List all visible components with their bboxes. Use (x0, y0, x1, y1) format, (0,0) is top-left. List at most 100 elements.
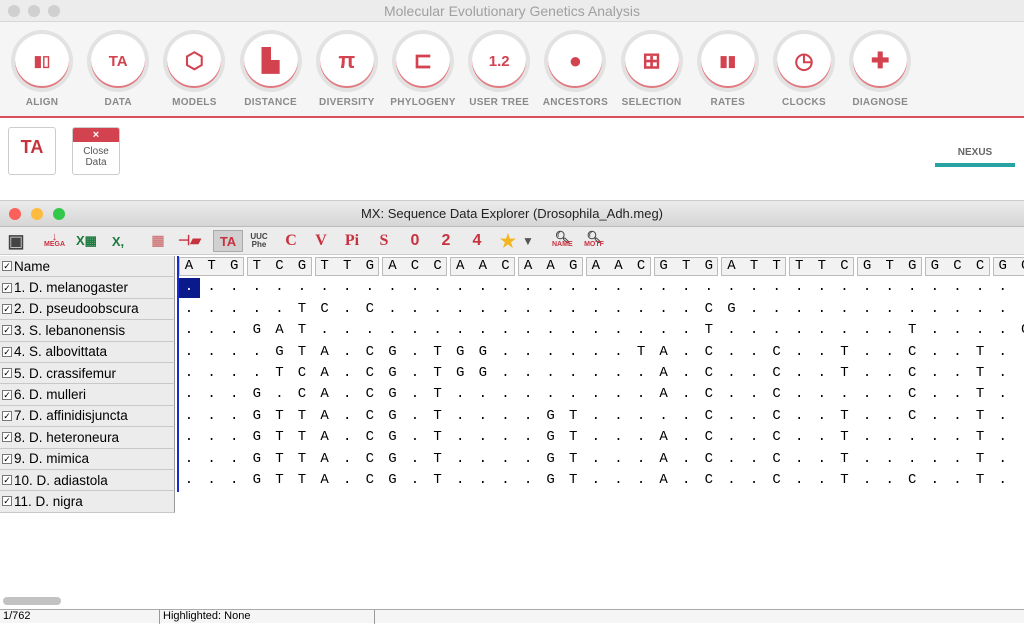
data-label: Data (85, 157, 107, 168)
app-title: Molecular Evolutionary Genetics Analysis (383, 3, 640, 19)
taxon-name: 9. D. mimica (14, 451, 90, 467)
toolbar-label: DIAGNOSE (852, 97, 909, 108)
sequence-alignment[interactable]: ATGTCGTTGACCAACAAGAACGTGATTTTCGTGGCCGG .… (177, 256, 1024, 492)
tab-nexus[interactable]: NEXUS (935, 147, 1015, 167)
nexus-label: NEXUS (957, 147, 993, 158)
data-explorer-button[interactable]: TA (8, 127, 56, 175)
taxon-row[interactable]: ✓ 8. D. heteroneura (0, 427, 175, 449)
taxon-name: 7. D. affinidisjuncta (14, 408, 128, 424)
toolbar-selection-button[interactable]: ⊞ SELECTION (614, 34, 690, 108)
toolbar-label: USER TREE (469, 97, 530, 108)
toolbar-label: DIVERSITY (319, 97, 375, 108)
excel-export-icon[interactable]: X▦ (76, 230, 97, 252)
align-icon: ▮▯ (15, 34, 69, 88)
taxon-checkbox[interactable]: ✓ (2, 303, 12, 314)
select-all-checkbox[interactable]: ✓ (2, 261, 12, 272)
sequence-data-explorer-window: MX: Sequence Data Explorer (Drosophila_A… (0, 200, 1024, 624)
consensus-sequence: ATGTCGTTGACCAACAAGAACGTGATTTTCGTGGCCGG (184, 258, 1024, 274)
sequence-row[interactable]: ...G.CA.CG.T.........A.C..C.....C..T.. (185, 384, 1024, 405)
highlight-icon[interactable]: ⊣▰ (178, 230, 201, 252)
toolbar-label: PHYLOGENY (390, 97, 456, 108)
toolbar-label: ALIGN (25, 97, 59, 108)
taxon-checkbox[interactable]: ✓ (2, 453, 12, 464)
toolbar-user-tree-button[interactable]: 1.2 USER TREE (461, 34, 537, 108)
conserved-button[interactable]: C (281, 230, 301, 252)
sequence-row[interactable]: ....TCA.CG.TGG.......A.C..C..T..C..T.. (185, 363, 1024, 384)
translate-button[interactable]: UUC Phe (249, 230, 269, 252)
toggle-ta-button[interactable]: TA (213, 230, 243, 252)
chevron-down-icon[interactable]: ▼ (518, 230, 538, 252)
sequence-row[interactable]: ...................................... (185, 277, 1024, 298)
toolbar-diagnose-button[interactable]: ✚ DIAGNOSE (842, 34, 918, 108)
explorer-toolbar: ▣ ↓ MEGA X▦ X, ▦ ⊣▰ TA UUC Phe C V Pi S 0 … (0, 227, 1024, 255)
parsimony-button[interactable]: Pi (342, 230, 362, 252)
taxon-row[interactable]: ✓ 3. S. lebanonensis (0, 320, 175, 342)
models-icon: ⬡ (167, 34, 222, 88)
sequence-row[interactable]: ...GAT.................T........T....C (185, 320, 1024, 341)
taxon-checkbox[interactable]: ✓ (2, 368, 12, 379)
data-icon: TA (91, 34, 146, 88)
taxon-checkbox[interactable]: ✓ (2, 389, 12, 400)
taxon-checkbox[interactable]: ✓ (2, 282, 12, 293)
taxon-checkbox[interactable]: ✓ (2, 325, 12, 336)
taxa-name-column: ✓ Name ✓ 1. D. melanogaster ✓ 2. D. pseudoob… (0, 256, 175, 513)
taxon-row[interactable]: ✓ 7. D. affinidisjuncta (0, 405, 175, 428)
taxon-row[interactable]: ✓ 2. D. pseudoobscura (0, 298, 175, 321)
toolbar-phylogeny-button[interactable]: ⊏ PHYLOGENY (385, 34, 461, 108)
taxon-checkbox[interactable]: ✓ (2, 496, 12, 507)
selection-icon: ⊞ (624, 34, 679, 88)
taxon-row[interactable]: ✓ 1. D. melanogaster (0, 277, 175, 299)
close-data-button[interactable]: × Close Data (72, 127, 120, 175)
toolbar-distance-button[interactable]: ▙ DISTANCE (233, 34, 309, 108)
toolbar-label: SELECTION (621, 97, 682, 108)
sequence-row[interactable]: ....GTA.CG.TGG......TA.C..C..T..C..T.. (185, 342, 1024, 363)
toolbar-label: MODELS (172, 97, 217, 108)
toolbar-align-button[interactable]: ▮▯ ALIGN (4, 34, 80, 108)
find-motif-button[interactable]: 🔍︎ MOTF (584, 230, 604, 252)
singleton-button[interactable]: S (374, 230, 394, 252)
toolbar-ancestors-button[interactable]: ● ANCESTORS (537, 34, 613, 108)
taxon-name: 4. S. albovittata (14, 344, 108, 360)
taxon-name: 10. D. adiastola (14, 472, 108, 488)
toolbar-clocks-button[interactable]: ◷ CLOCKS (766, 34, 842, 108)
taxon-row[interactable]: ✓ 9. D. mimica (0, 448, 175, 470)
sequence-row[interactable]: ...GTTA.CG.T....GT...A.C..C..T..C..T.. (185, 491, 1024, 492)
taxon-row[interactable]: ✓ 6. D. mulleri (0, 384, 175, 406)
taxon-checkbox[interactable]: ✓ (2, 432, 12, 443)
taxon-row[interactable]: ✓ 10. D. adiastola (0, 469, 175, 492)
sequence-row[interactable]: ...GTTA.CG.T....GT.....C..C..T..C..T.. (185, 406, 1024, 427)
user-tree-icon: 1.2 (472, 34, 527, 88)
explorer-title: MX: Sequence Data Explorer (Drosophila_A… (360, 206, 664, 221)
toolbar-data-button[interactable]: TA DATA (80, 34, 156, 108)
four-fold-button[interactable]: 4 (467, 230, 487, 252)
csv-export-icon[interactable]: X, (108, 230, 128, 252)
toolbar-diversity-button[interactable]: π DIVERSITY (309, 34, 385, 108)
export-mega-button[interactable]: ↓ MEGA (44, 230, 65, 252)
star-icon[interactable]: ★ (498, 230, 518, 252)
mega-label: MEGA (44, 241, 65, 248)
close-label: Close (83, 146, 109, 157)
sequence-row[interactable]: ...GTTA.CG.T....GT...A.C..C..T..C..T.. (185, 470, 1024, 491)
toolbar-label: CLOCKS (781, 97, 827, 108)
toolbar-rates-button[interactable]: ▮▮ RATES (690, 34, 766, 108)
variable-button[interactable]: V (311, 230, 331, 252)
zero-fold-button[interactable]: 0 (405, 230, 425, 252)
sequence-row[interactable]: ...GTTA.CG.T....GT...A.C..C..T.....T.. (185, 449, 1024, 470)
sequence-row[interactable]: ...GTTA.CG.T....GT...A.C..C..T.....T.. (185, 427, 1024, 448)
taxon-row[interactable]: ✓ 11. D. nigra (0, 491, 175, 513)
taxon-checkbox[interactable]: ✓ (2, 475, 12, 486)
find-name-button[interactable]: 🔍︎ NAME (552, 230, 573, 252)
toolbar-label: ANCESTORS (542, 97, 609, 108)
toolbar-models-button[interactable]: ⬡ MODELS (156, 34, 232, 108)
search-icon: 🔍︎ (586, 230, 602, 244)
taxon-row[interactable]: ✓ 4. S. albovittata (0, 341, 175, 363)
copy-grid-icon[interactable]: ▦ (148, 230, 168, 252)
sequence-row[interactable]: .....TC.C..............CG............. (185, 299, 1024, 320)
taxon-checkbox[interactable]: ✓ (2, 346, 12, 357)
save-icon[interactable]: ▣ (6, 230, 26, 252)
explorer-titlebar: MX: Sequence Data Explorer (Drosophila_A… (0, 201, 1024, 227)
taxon-checkbox[interactable]: ✓ (2, 410, 12, 421)
two-fold-button[interactable]: 2 (436, 230, 456, 252)
taxon-row[interactable]: ✓ 5. D. crassifemur (0, 362, 175, 385)
horizontal-scrollbar[interactable] (3, 597, 61, 605)
